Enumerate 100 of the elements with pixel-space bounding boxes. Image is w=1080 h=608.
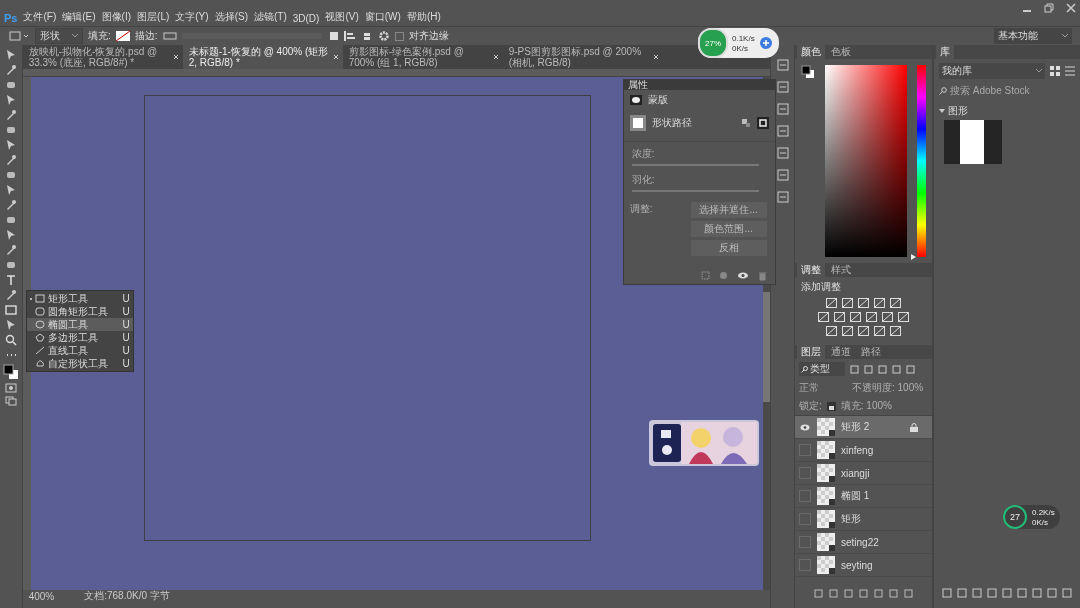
blend-mode-dropdown[interactable]: 正常 [799,381,847,395]
panel-tab[interactable]: 通道 [827,345,855,359]
adjustment-icon[interactable] [890,298,901,308]
adjustment-icon[interactable] [826,326,837,336]
adjustment-icon[interactable] [890,326,901,336]
close-icon[interactable] [1066,3,1076,13]
disclosure-triangle-icon[interactable] [939,108,945,114]
layer-row[interactable]: xiangji [795,462,932,485]
layer-filter-dropdown[interactable]: 类型 [799,362,845,376]
mode-dropdown[interactable]: 形状 [35,28,83,44]
grid-view-icon[interactable] [1050,66,1060,76]
document-tab[interactable]: 9-PS图剪影图标.psd @ 200% (相机, RGB/8) [502,45,663,69]
stock-search-field[interactable]: 搜索 Adobe Stock [950,85,1060,96]
adjustment-icon[interactable] [858,326,869,336]
flyout-item[interactable]: 直线工具 U [26,344,133,357]
mask-adjust-button[interactable]: 选择并遮住... [690,202,767,218]
adjustment-icon[interactable] [874,326,885,336]
menu-item[interactable]: 图层(L) [137,10,170,24]
layer-row[interactable]: 矩形 2 [795,416,932,439]
adjustment-icon[interactable] [858,298,869,308]
menu-item[interactable]: 滤镜(T) [253,10,287,24]
panel-tab[interactable]: 色板 [827,45,855,59]
menu-item[interactable]: 选择(S) [214,10,248,24]
adjustment-icon[interactable] [818,312,829,322]
color-swatches-icon[interactable] [801,65,815,79]
color-swatches-icon[interactable] [2,364,19,380]
flyout-item[interactable]: 多边形工具 U [26,331,133,344]
adjustment-icon[interactable] [850,312,861,322]
color-picker-field[interactable] [824,65,908,257]
menu-item[interactable]: 编辑(E) [62,10,96,24]
layer-row[interactable]: seting22 [795,531,932,554]
graphic-thumbnail-icon[interactable] [944,120,1002,164]
panel-tab[interactable]: 图层 [797,345,825,359]
eye-icon[interactable] [736,271,749,280]
settings-icon[interactable] [377,30,390,42]
shape-tool-icon[interactable] [8,30,30,42]
adjustment-icon[interactable] [874,298,885,308]
align-icon[interactable] [343,31,356,41]
graphics-section-label[interactable]: 图形 [948,104,968,118]
layer-row[interactable]: 椭圆 1 [795,485,932,508]
apply-mask-icon[interactable] [718,271,728,280]
close-icon[interactable] [172,54,179,60]
menu-item[interactable]: 3D(D) [292,13,320,24]
adjustment-icon[interactable] [826,298,837,308]
scrollbar-thumb[interactable] [763,292,771,402]
add-mask-icon[interactable] [740,118,751,128]
restore-icon[interactable] [1044,3,1054,13]
caret-icon [72,34,78,38]
menu-item[interactable]: 窗口(W) [364,10,401,24]
document-tab[interactable]: 放映机-拟物化-恢复的.psd @ 33.3% (底座, RGB/8#) * [22,45,183,69]
adjustment-icon[interactable] [866,312,877,322]
boost-icon[interactable] [758,36,773,50]
fill-field[interactable]: 填充: 100% [840,399,892,413]
menu-item[interactable]: 文件(F) [23,10,57,24]
layer-row[interactable]: 矩形 [795,508,932,531]
panel-tab[interactable]: 调整 [797,263,825,277]
flyout-item[interactable]: 椭圆工具 U [26,318,133,331]
close-icon[interactable] [652,54,659,60]
zoom-tool-icon[interactable] [4,334,17,346]
library-dropdown[interactable]: 我的库 [939,63,1045,79]
screen-mode-icon[interactable] [4,396,17,406]
zoom-level[interactable]: 400% [28,590,55,602]
type-tool-icon[interactable] [4,274,17,286]
panel-tab[interactable]: 样式 [827,263,855,277]
path-ops-icon[interactable] [328,31,339,41]
menu-item[interactable]: 帮助(H) [406,10,441,24]
layer-row[interactable]: xinfeng [795,439,932,462]
document-tab[interactable]: 未标题-1-恢复的 @ 400% (矩形 2, RGB/8) * [182,45,343,69]
visibility-toggle[interactable] [799,421,811,433]
close-icon[interactable] [492,54,499,60]
move-tool-icon[interactable] [4,49,17,61]
menu-item[interactable]: 文字(Y) [175,10,209,24]
workspace-dropdown[interactable]: 基本功能 [994,28,1072,44]
document-tab[interactable]: 剪影图标-绿色案例.psd @ 700% (组 1, RGB/8) [342,45,503,69]
vector-mask-select-icon[interactable] [756,117,769,129]
align-edges-checkbox[interactable] [394,31,404,41]
adjustment-icon[interactable] [834,312,845,322]
panel-tab[interactable]: 路径 [857,345,885,359]
rect-tool-icon[interactable] [4,304,17,316]
list-view-icon[interactable] [1065,66,1075,76]
layer-row[interactable]: seyting [795,554,932,577]
hue-marker-icon[interactable] [911,254,917,260]
adjustment-icon[interactable] [882,312,893,322]
panel-tab[interactable]: 颜色 [797,45,825,59]
panel-tab[interactable]: 库 [936,45,954,59]
adjustment-icon[interactable] [842,298,853,308]
menu-item[interactable]: 图像(I) [101,10,132,24]
adjustment-icon[interactable] [898,312,909,322]
adjustment-icon[interactable] [842,326,853,336]
quick-mask-icon[interactable] [4,383,17,393]
close-icon[interactable] [332,54,339,60]
mask-adjust-button[interactable]: 反相 [690,240,767,256]
mask-adjust-button[interactable]: 颜色范围... [690,221,767,237]
vector-mask-icon [629,115,646,131]
menu-item[interactable]: 视图(V) [325,10,359,24]
opacity-field[interactable]: 不透明度: 100% [852,381,924,395]
flyout-item[interactable]: 圆角矩形工具 U [26,305,133,318]
lock-all-icon[interactable] [826,401,836,411]
flyout-item[interactable]: 自定形状工具 U [26,357,133,370]
flyout-item[interactable]: 矩形工具 U [26,292,133,305]
